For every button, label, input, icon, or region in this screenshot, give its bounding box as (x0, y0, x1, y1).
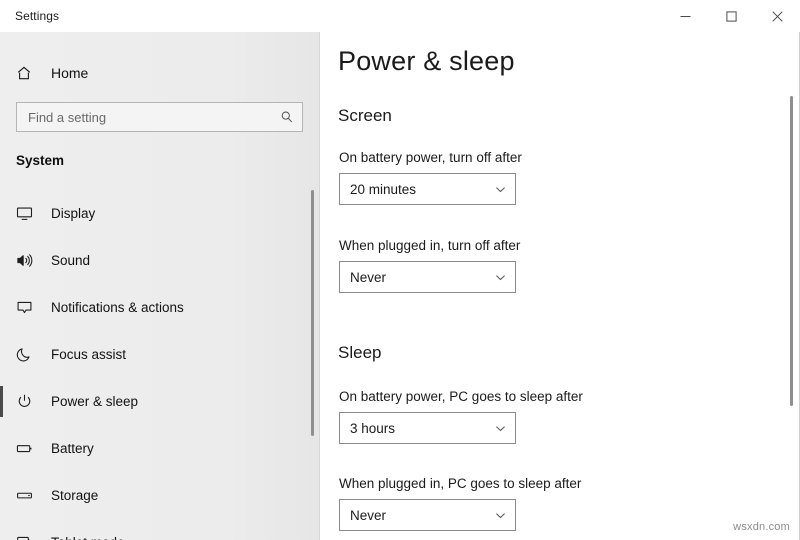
caption-button-group (662, 0, 800, 32)
sidebar-item-label: Power & sleep (51, 394, 138, 409)
home-icon (16, 65, 38, 81)
sidebar-item-storage[interactable]: Storage (0, 472, 320, 519)
sidebar-item-sound[interactable]: Sound (0, 237, 320, 284)
search-box[interactable] (16, 102, 303, 132)
group-heading-sleep: Sleep (338, 343, 381, 363)
power-icon (16, 391, 38, 413)
sidebar-home-label: Home (51, 65, 88, 81)
title-bar: Settings (0, 0, 800, 32)
notification-icon (16, 297, 38, 319)
minimize-button[interactable] (662, 0, 708, 32)
dropdown-screen-battery[interactable]: 20 minutes (339, 173, 516, 205)
chevron-down-icon[interactable] (494, 422, 507, 435)
dropdown-value: Never (350, 270, 494, 285)
battery-icon (16, 438, 38, 460)
field-label-screen-battery: On battery power, turn off after (339, 150, 522, 165)
chevron-down-icon[interactable] (494, 183, 507, 196)
sidebar-nav-list: Display Sound (0, 190, 320, 540)
dropdown-value: 3 hours (350, 421, 494, 436)
speaker-icon (16, 250, 38, 272)
main-content: Power & sleep Screen On battery power, t… (321, 0, 800, 540)
window-title: Settings (15, 9, 59, 23)
content-scrollbar-thumb[interactable] (790, 96, 793, 406)
sidebar-item-label: Focus assist (51, 347, 126, 362)
maximize-button[interactable] (708, 0, 754, 32)
search-input[interactable] (28, 110, 280, 125)
sidebar-item-label: Battery (51, 441, 94, 456)
sidebar: Home System (0, 0, 320, 540)
sidebar-scrollbar-thumb[interactable] (311, 190, 314, 436)
chevron-down-icon[interactable] (494, 271, 507, 284)
search-container[interactable] (16, 102, 303, 132)
moon-icon (16, 344, 38, 366)
sidebar-item-label: Sound (51, 253, 90, 268)
field-label-sleep-plugged: When plugged in, PC goes to sleep after (339, 476, 581, 491)
dropdown-screen-plugged[interactable]: Never (339, 261, 516, 293)
close-icon (772, 11, 783, 22)
sidebar-item-home[interactable]: Home (0, 58, 320, 88)
sidebar-item-notifications[interactable]: Notifications & actions (0, 284, 320, 331)
settings-window: Home System (0, 0, 800, 540)
sidebar-item-label: Display (51, 206, 95, 221)
page-title: Power & sleep (338, 46, 515, 77)
minimize-icon (680, 11, 691, 22)
dropdown-sleep-battery[interactable]: 3 hours (339, 412, 516, 444)
tablet-icon (16, 532, 38, 540)
maximize-icon (726, 11, 737, 22)
watermark: wsxdn.com (733, 521, 790, 533)
sidebar-item-focus-assist[interactable]: Focus assist (0, 331, 320, 378)
sidebar-item-display[interactable]: Display (0, 190, 320, 237)
group-heading-screen: Screen (338, 106, 392, 126)
sidebar-item-tablet-mode[interactable]: Tablet mode (0, 519, 320, 540)
monitor-icon (16, 203, 38, 225)
sidebar-item-label: Notifications & actions (51, 300, 184, 315)
sidebar-section-title: System (16, 153, 64, 168)
chevron-down-icon[interactable] (494, 509, 507, 522)
sidebar-item-label: Storage (51, 488, 98, 503)
search-icon[interactable] (280, 110, 294, 124)
sidebar-item-battery[interactable]: Battery (0, 425, 320, 472)
field-label-sleep-battery: On battery power, PC goes to sleep after (339, 389, 583, 404)
sidebar-item-power-and-sleep[interactable]: Power & sleep (0, 378, 320, 425)
storage-icon (16, 485, 38, 507)
close-button[interactable] (754, 0, 800, 32)
dropdown-value: Never (350, 508, 494, 523)
sidebar-item-label: Tablet mode (51, 535, 125, 540)
field-label-screen-plugged: When plugged in, turn off after (339, 238, 520, 253)
dropdown-value: 20 minutes (350, 182, 494, 197)
dropdown-sleep-plugged[interactable]: Never (339, 499, 516, 531)
